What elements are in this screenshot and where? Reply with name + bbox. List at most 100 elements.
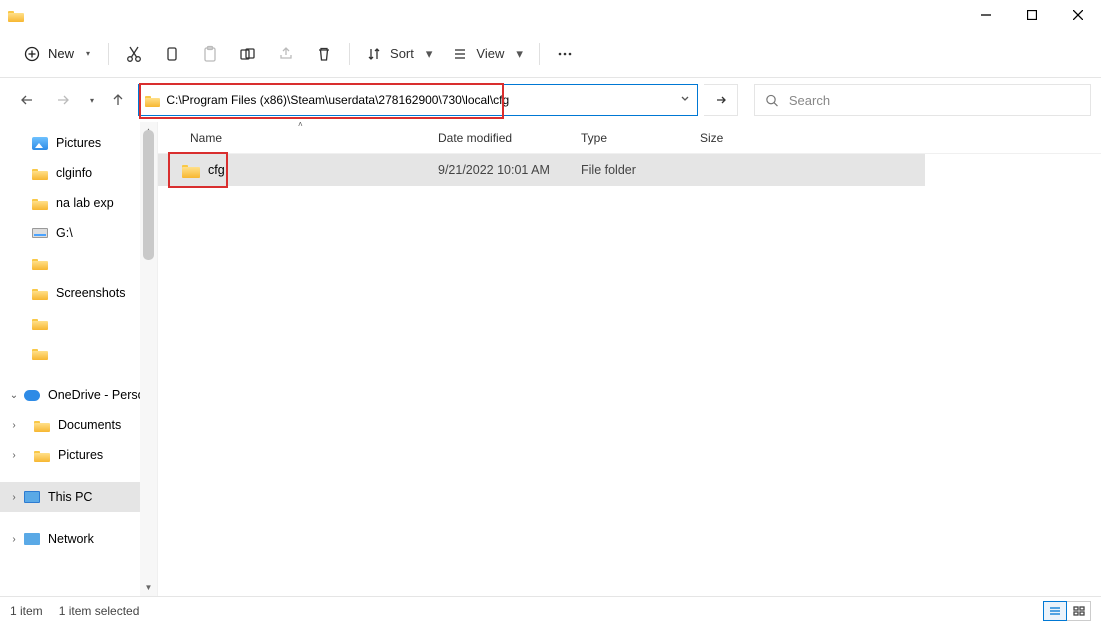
address-dropdown-button[interactable] (679, 93, 691, 108)
column-header-type[interactable]: Type (573, 131, 692, 145)
paste-button[interactable] (193, 38, 227, 70)
address-row: ▾ (0, 78, 1101, 122)
separator (349, 43, 350, 65)
folder-icon (32, 347, 48, 360)
sidebar-item-label: Network (48, 532, 94, 546)
chevron-down-icon: ▾ (86, 49, 90, 58)
chevron-right-icon[interactable]: › (8, 534, 20, 545)
rename-button[interactable] (231, 38, 265, 70)
new-button-label: New (48, 46, 74, 61)
scroll-down-button[interactable]: ▼ (140, 579, 157, 596)
column-header-size[interactable]: Size (692, 131, 772, 145)
list-icon (1048, 605, 1062, 617)
folder-icon (32, 167, 48, 180)
details-view-button[interactable] (1043, 601, 1067, 621)
sidebar-item-label: clginfo (56, 166, 92, 180)
scroll-thumb[interactable] (143, 130, 154, 260)
sidebar-item[interactable] (0, 338, 157, 368)
column-label: Type (581, 131, 607, 145)
pictures-icon (32, 137, 48, 150)
chevron-down-icon: ▾ (90, 96, 94, 105)
go-button[interactable] (704, 84, 738, 116)
sidebar-item-label: G:\ (56, 226, 73, 240)
search-input[interactable] (789, 93, 1080, 108)
column-label: Name (190, 131, 222, 145)
column-headers: ˄ Name Date modified Type Size (158, 122, 1101, 154)
share-button[interactable] (269, 38, 303, 70)
chevron-down-icon: ▾ (516, 46, 523, 62)
sidebar-item-pictures[interactable]: Pictures (0, 128, 157, 158)
sidebar-item-label: na lab exp (56, 196, 114, 210)
view-icon (452, 46, 468, 62)
cut-button[interactable] (117, 38, 151, 70)
address-input[interactable] (166, 93, 671, 107)
sidebar-item-gdrive[interactable]: G:\ (0, 218, 157, 248)
chevron-down-icon[interactable]: ⌄ (8, 390, 20, 401)
nav-forward-button[interactable] (48, 86, 76, 114)
sidebar-scrollbar[interactable]: ▲ ▼ (140, 122, 157, 596)
file-type: File folder (573, 163, 692, 177)
status-item-count: 1 item (10, 604, 43, 618)
sidebar-item-network[interactable]: › Network (0, 524, 157, 554)
new-button[interactable]: New ▾ (14, 38, 100, 70)
sidebar-item-clginfo[interactable]: clginfo (0, 158, 157, 188)
window-close-button[interactable] (1055, 0, 1101, 30)
thumbnails-view-button[interactable] (1067, 601, 1091, 621)
sidebar-item-screenshots[interactable]: Screenshots (0, 278, 157, 308)
arrow-up-icon (110, 92, 126, 108)
nav-back-button[interactable] (14, 86, 42, 114)
sidebar-item[interactable] (0, 308, 157, 338)
status-selection: 1 item selected (59, 604, 140, 618)
folder-icon (34, 449, 50, 462)
sidebar-item-thispc[interactable]: › This PC (0, 482, 157, 512)
folder-icon (182, 163, 200, 178)
sidebar-item-od-pictures[interactable]: › Pictures (0, 440, 157, 470)
sidebar-item[interactable] (0, 248, 157, 278)
cut-icon (125, 45, 143, 63)
sidebar-item-label: Screenshots (56, 286, 125, 300)
arrow-right-icon (54, 92, 70, 108)
chevron-right-icon[interactable]: › (8, 492, 20, 503)
drive-icon (32, 228, 48, 238)
sidebar-item-label: OneDrive - Perso (48, 388, 145, 402)
delete-button[interactable] (307, 38, 341, 70)
more-icon (556, 45, 574, 63)
paste-icon (201, 45, 219, 63)
folder-icon (32, 317, 48, 330)
chevron-right-icon[interactable]: › (8, 420, 20, 431)
column-label: Size (700, 131, 723, 145)
sort-button[interactable]: Sort ▾ (358, 38, 440, 70)
search-icon (765, 93, 779, 108)
address-bar[interactable] (138, 84, 698, 116)
sidebar-item-nalab[interactable]: na lab exp (0, 188, 157, 218)
search-box[interactable] (754, 84, 1091, 116)
chevron-right-icon[interactable]: › (8, 450, 20, 461)
toolbar: New ▾ Sort ▾ View ▾ (0, 30, 1101, 78)
onedrive-icon (24, 390, 40, 401)
folder-icon (32, 257, 48, 270)
copy-button[interactable] (155, 38, 189, 70)
grid-icon (1072, 605, 1086, 617)
file-name: cfg (208, 163, 225, 177)
column-label: Date modified (438, 131, 512, 145)
column-header-name[interactable]: Name (182, 131, 430, 145)
sidebar-item-onedrive[interactable]: ⌄ OneDrive - Perso (0, 380, 157, 410)
sort-indicator-icon: ˄ (298, 120, 303, 129)
column-header-date[interactable]: Date modified (430, 131, 573, 145)
sidebar-item-label: Pictures (56, 136, 101, 150)
file-row[interactable]: cfg 9/21/2022 10:01 AM File folder (158, 154, 925, 186)
share-icon (277, 45, 295, 63)
nav-up-button[interactable] (104, 86, 132, 114)
window-maximize-button[interactable] (1009, 0, 1055, 30)
nav-recent-button[interactable]: ▾ (82, 86, 98, 114)
view-button[interactable]: View ▾ (444, 38, 530, 70)
more-button[interactable] (548, 38, 582, 70)
folder-icon (145, 94, 160, 107)
window-minimize-button[interactable] (963, 0, 1009, 30)
file-date: 9/21/2022 10:01 AM (430, 163, 573, 177)
sidebar-item-label: This PC (48, 490, 92, 504)
sidebar-item-documents[interactable]: › Documents (0, 410, 157, 440)
window-icon (8, 9, 24, 22)
rename-icon (239, 45, 257, 63)
separator (108, 43, 109, 65)
